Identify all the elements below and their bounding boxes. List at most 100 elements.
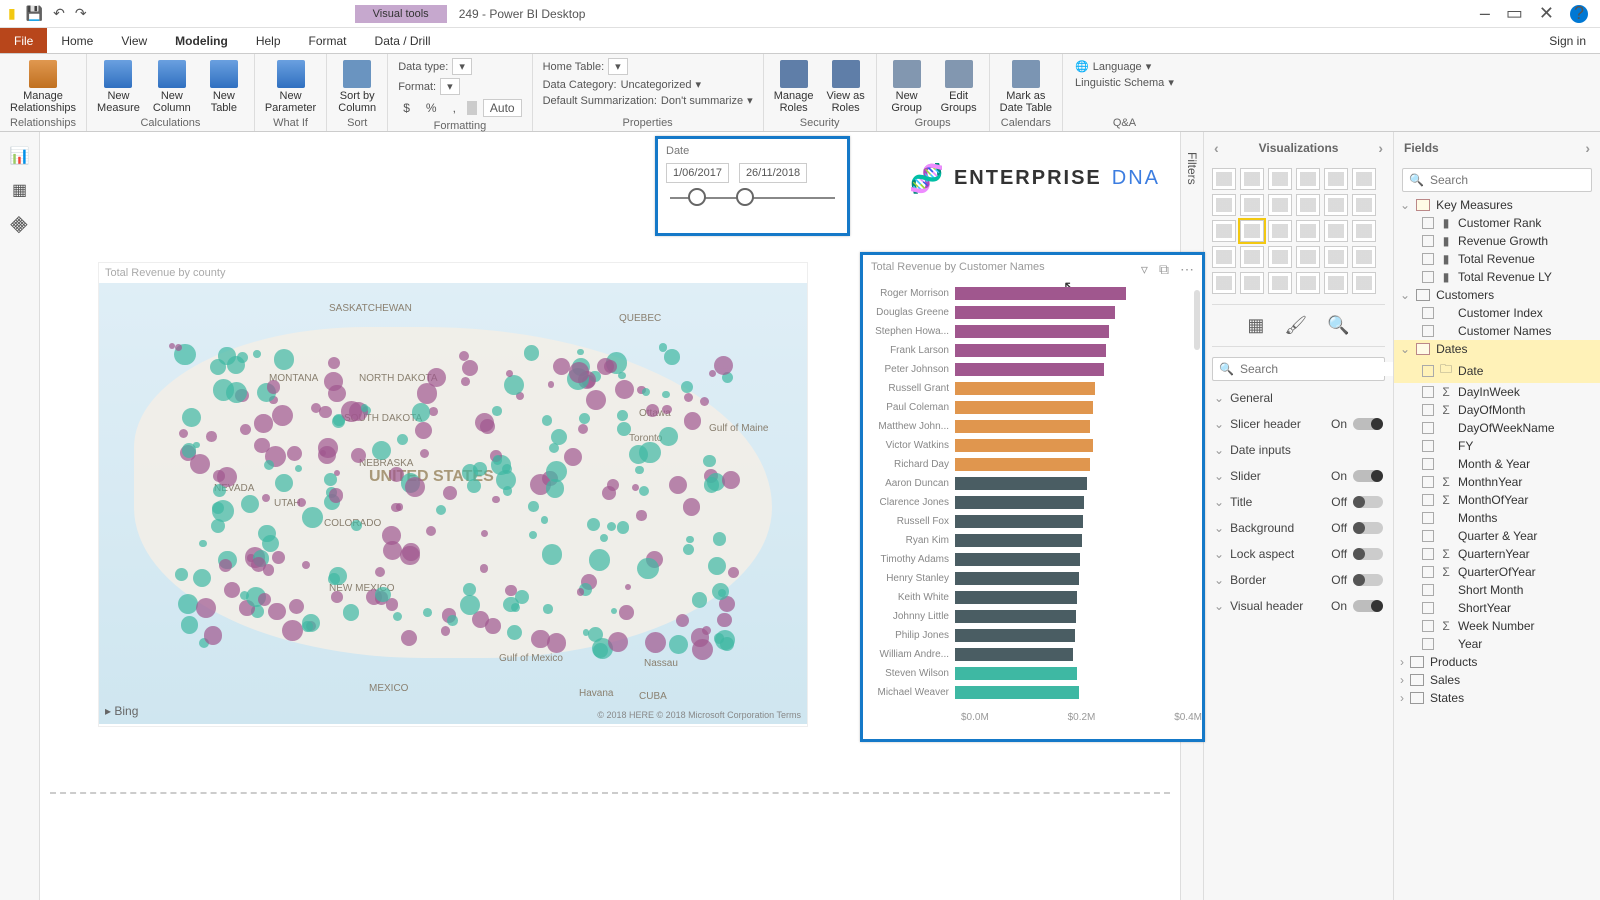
map-bubble[interactable] [615,380,634,399]
tab-data-drill[interactable]: Data / Drill [361,28,445,53]
map-bubble[interactable] [659,343,667,351]
map-bubble[interactable] [329,488,344,503]
minimize-icon[interactable]: – [1480,3,1490,24]
map-bubble[interactable] [211,519,225,533]
viz-type-button[interactable] [1240,272,1264,294]
map-bubble[interactable] [728,567,739,578]
toggle[interactable] [1353,600,1383,612]
field-quarter-&-year[interactable]: Quarter & Year [1394,527,1600,545]
viz-type-button[interactable] [1296,168,1320,190]
map-bubble[interactable] [669,476,687,494]
map-bubble[interactable] [692,592,708,608]
slicer-handle-right[interactable] [736,188,754,206]
filter-icon[interactable]: ▿ [1141,261,1148,277]
map-bubble[interactable] [722,471,740,489]
map-bubble[interactable] [196,598,216,618]
new-column-button[interactable]: New Column [148,56,196,114]
map-bubble[interactable] [714,356,733,375]
map-bubble[interactable] [608,632,629,653]
field-customer-names[interactable]: Customer Names [1394,322,1600,340]
viz-type-button[interactable] [1240,194,1264,216]
map-bubble[interactable] [502,464,512,474]
report-canvas[interactable]: Date 1/06/2017 26/11/2018 🧬 ENTERPRISE D… [40,132,1180,900]
toggle[interactable] [1353,418,1383,430]
manage-relationships-button[interactable]: Manage Relationships [6,56,80,114]
map-bubble[interactable] [467,479,481,493]
map-bubble[interactable] [542,544,563,565]
map-bubble[interactable] [485,618,501,634]
field-dayofmonth[interactable]: ΣDayOfMonth [1394,401,1600,419]
map-bubble[interactable] [328,357,340,369]
viz-type-button[interactable] [1324,246,1348,268]
bar-row[interactable]: Frank Larson [863,341,1192,360]
map-bubble[interactable] [619,605,634,620]
viz-type-button[interactable] [1352,272,1376,294]
pane-collapse-icon[interactable]: ‹ [1214,140,1219,156]
language-dropdown[interactable]: Language [1093,61,1142,73]
viz-type-button[interactable] [1212,194,1236,216]
map-bubble[interactable] [577,349,584,356]
map-bubble[interactable] [703,455,716,468]
map-bubble[interactable] [372,441,391,460]
toggle[interactable] [1353,496,1383,508]
undo-icon[interactable]: ↶ [53,5,65,22]
field-total-revenue[interactable]: ▮Total Revenue [1394,250,1600,268]
data-view-icon[interactable]: ▦ [12,180,27,200]
map-bubble[interactable] [254,438,269,453]
bar-row[interactable]: Johnny Little [863,607,1192,626]
map-bubble[interactable] [462,360,478,376]
map-bubble[interactable] [436,505,446,515]
new-group-button[interactable]: New Group [883,56,931,114]
map-bubble[interactable] [602,486,616,500]
new-measure-button[interactable]: New Measure [93,56,144,114]
map-bubble[interactable] [717,613,731,627]
map-bubble[interactable] [684,412,702,430]
pane-expand-icon[interactable]: › [1378,140,1383,156]
analytics-well-icon[interactable]: 🔍 [1327,315,1349,336]
viz-type-button[interactable] [1324,272,1348,294]
viz-type-button[interactable] [1296,220,1320,242]
bar-row[interactable]: Stephen Howa... [863,322,1192,341]
map-bubble[interactable] [676,614,689,627]
map-bubble[interactable] [181,616,199,634]
new-table-button[interactable]: New Table [200,56,248,114]
map-bubble[interactable] [224,582,240,598]
sign-in-link[interactable]: Sign in [1535,28,1600,53]
map-bubble[interactable] [546,461,567,482]
map-bubble[interactable] [262,494,270,502]
close-icon[interactable]: ✕ [1539,3,1554,24]
map-bubble[interactable] [319,406,331,418]
map-surface[interactable]: UNITED STATES SASKATCHEWANQUEBECMONTANAN… [99,283,807,724]
field-monthofyear[interactable]: ΣMonthOfYear [1394,491,1600,509]
map-bubble[interactable] [400,546,420,566]
bar-row[interactable]: William Andre... [863,645,1192,664]
sort-by-column-button[interactable]: Sort by Column [333,56,381,114]
map-bubble[interactable] [460,595,480,615]
map-bubble[interactable] [447,615,457,625]
fields-well-icon[interactable]: ▦ [1247,315,1264,336]
viz-type-button[interactable] [1324,168,1348,190]
table-key-measures[interactable]: ⌄Key Measures [1394,196,1600,214]
format-card-background[interactable]: ⌄BackgroundOff [1204,515,1393,541]
map-bubble[interactable] [324,372,342,390]
slicer-to-date[interactable]: 26/11/2018 [739,163,807,183]
bar-row[interactable]: Paul Coleman [863,398,1192,417]
map-bubble[interactable] [636,510,646,520]
viz-type-button[interactable] [1212,220,1236,242]
model-view-icon[interactable]: ▦ [7,212,32,237]
map-bubble[interactable] [427,368,446,387]
map-bubble[interactable] [617,422,631,436]
map-bubble[interactable] [463,583,476,596]
map-bubble[interactable] [564,448,582,466]
slicer-handle-left[interactable] [688,188,706,206]
edit-groups-button[interactable]: Edit Groups [935,56,983,114]
toggle[interactable] [1353,470,1383,482]
bar-row[interactable]: Aaron Duncan [863,474,1192,493]
map-bubble[interactable] [267,380,280,393]
field-week-number[interactable]: ΣWeek Number [1394,617,1600,635]
field-customer-index[interactable]: Customer Index [1394,304,1600,322]
field-fy[interactable]: FY [1394,437,1600,455]
fields-search[interactable]: 🔍 [1402,168,1592,192]
format-card-visualHeader[interactable]: ⌄Visual headerOn [1204,593,1393,619]
field-customer-rank[interactable]: ▮Customer Rank [1394,214,1600,232]
